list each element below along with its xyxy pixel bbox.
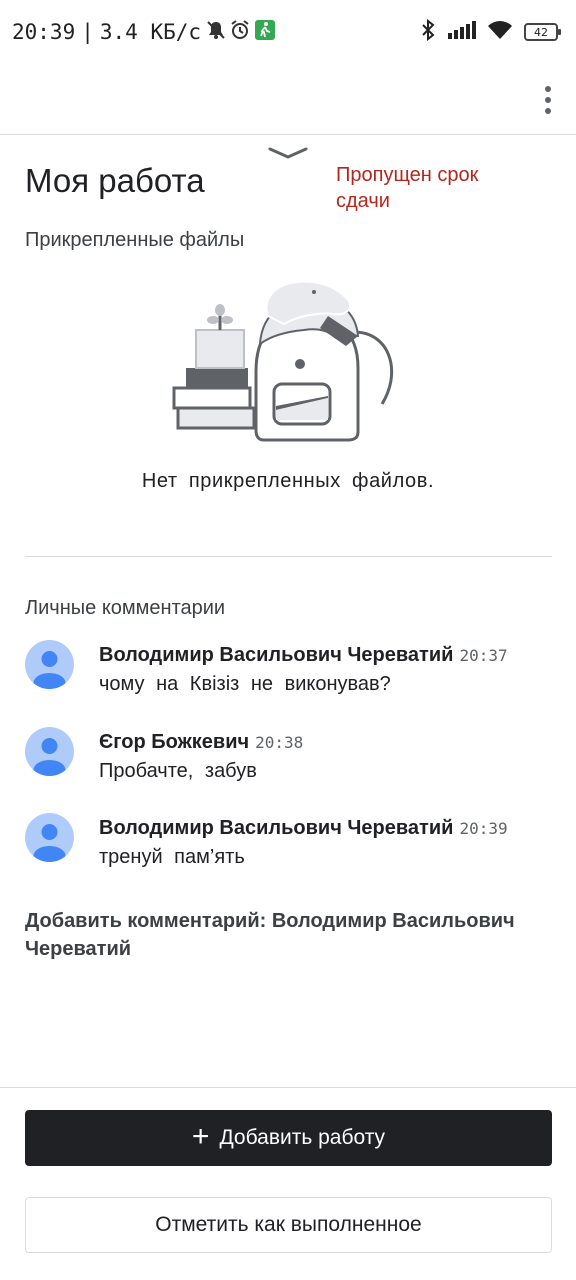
app-bar <box>0 64 576 135</box>
battery-icon: 42 <box>524 23 561 41</box>
backpack-illustration <box>168 272 408 449</box>
add-comment-link[interactable]: Добавить комментарий: Володимир Васильов… <box>25 907 555 963</box>
status-bar: 20:39 | 3.4 КБ/с 42 <box>0 0 576 64</box>
avatar <box>25 640 74 689</box>
mark-as-done-label: Отметить как выполненное <box>155 1213 422 1236</box>
mute-icon <box>207 20 225 45</box>
network-speed: 3.4 КБ/с <box>99 20 202 44</box>
add-work-label: Добавить работу <box>219 1126 386 1149</box>
comment-author-name: Єгор Божкевич <box>99 731 250 753</box>
add-work-button[interactable]: + Добавить работу <box>25 1110 552 1166</box>
comment-author-name: Володимир Васильович Череватий <box>99 644 454 666</box>
avatar <box>25 727 74 776</box>
comment-text: тренуй пам’ять <box>99 846 245 868</box>
signal-icon <box>448 20 476 44</box>
status-separator: | <box>81 20 94 44</box>
chevron-down-icon[interactable] <box>268 146 308 165</box>
comment-item: Володимир Васильович Череватий 20:39 трен… <box>25 813 552 873</box>
comment-time: 20:37 <box>459 646 508 665</box>
avatar <box>25 813 74 862</box>
battery-level: 42 <box>534 25 548 39</box>
walking-icon <box>255 19 276 45</box>
attached-files-heading: Прикрепленные файлы <box>25 229 245 251</box>
bluetooth-icon <box>420 18 436 46</box>
comment-author: Володимир Васильович Череватий 20:39 <box>99 817 508 840</box>
status-right: 42 <box>420 18 561 46</box>
private-comments-heading: Личные комментарии <box>25 597 226 619</box>
page-title: Моя работа <box>25 162 205 199</box>
comment-item: Володимир Васильович Череватий 20:37 чому… <box>25 640 552 700</box>
status-left: 20:39 | 3.4 КБ/с <box>12 19 276 45</box>
plus-icon: + <box>191 1119 210 1153</box>
bottom-divider <box>0 1087 576 1088</box>
comment-author-name: Володимир Васильович Череватий <box>99 817 454 839</box>
no-files-message: Нет прикрепленных файлов. <box>141 470 435 492</box>
comment-time: 20:39 <box>459 819 508 838</box>
comment-time: 20:38 <box>255 733 304 752</box>
comment-text: Пробачте, забув <box>99 760 257 782</box>
more-options-icon[interactable] <box>538 78 558 122</box>
alarm-icon <box>231 19 249 45</box>
wifi-icon <box>488 20 512 44</box>
comment-author: Єгор Божкевич 20:38 <box>99 731 303 754</box>
comment-author: Володимир Васильович Череватий 20:37 <box>99 644 508 667</box>
status-time: 20:39 <box>12 20 76 44</box>
comment-text: чому на Квізіз не виконував? <box>99 673 391 695</box>
missed-deadline-status: Пропущен срок сдачи <box>336 164 479 212</box>
comment-item: Єгор Божкевич 20:38 Пробачте, забув <box>25 727 552 787</box>
section-divider <box>25 556 552 557</box>
mark-as-done-button[interactable]: Отметить как выполненное <box>25 1197 552 1253</box>
